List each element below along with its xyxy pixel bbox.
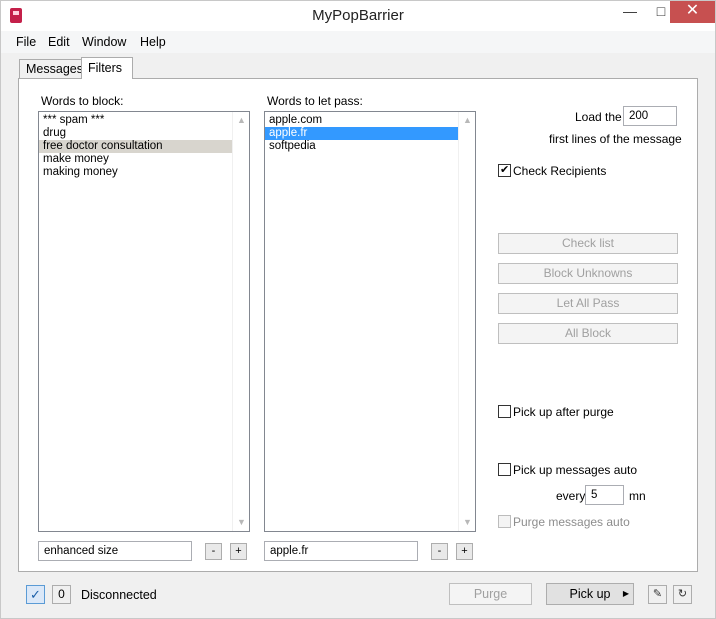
block-add-button[interactable]: + bbox=[230, 543, 247, 560]
title-bar: MyPopBarrier — □ ✕ bbox=[1, 1, 715, 31]
first-lines-label: first lines of the message bbox=[549, 132, 682, 146]
pass-word-input[interactable]: apple.fr bbox=[264, 541, 418, 561]
tab-messages[interactable]: Messages bbox=[19, 59, 83, 78]
minutes-unit-label: mn bbox=[629, 489, 646, 503]
check-recipients-checkbox[interactable] bbox=[498, 163, 511, 177]
all-block-button[interactable]: All Block bbox=[498, 323, 678, 344]
minimize-icon[interactable]: — bbox=[616, 1, 644, 23]
message-count: 0 bbox=[52, 585, 71, 604]
scroll-down-icon[interactable]: ▼ bbox=[463, 518, 472, 527]
menu-help[interactable]: Help bbox=[140, 35, 166, 49]
block-unknowns-button[interactable]: Block Unknowns bbox=[498, 263, 678, 284]
close-icon[interactable]: ✕ bbox=[670, 1, 715, 23]
let-all-pass-button[interactable]: Let All Pass bbox=[498, 293, 678, 314]
pass-list-label: Words to let pass: bbox=[267, 94, 363, 108]
menu-window[interactable]: Window bbox=[82, 35, 126, 49]
write-icon[interactable]: ✎ bbox=[648, 585, 667, 604]
check-icon[interactable]: ✓ bbox=[26, 585, 45, 604]
every-minutes-input[interactable]: 5 bbox=[585, 485, 624, 505]
connection-status: Disconnected bbox=[81, 588, 157, 602]
load-the-label: Load the bbox=[575, 110, 622, 124]
check-list-button[interactable]: Check list bbox=[498, 233, 678, 254]
pass-list[interactable]: apple.com apple.fr softpedia ▲ ▼ bbox=[264, 111, 476, 532]
pickup-button[interactable]: Pick up ▶ bbox=[546, 583, 634, 605]
block-list-label: Words to block: bbox=[41, 94, 124, 108]
tab-filters[interactable]: Filters bbox=[81, 57, 133, 79]
menu-edit[interactable]: Edit bbox=[48, 35, 70, 49]
block-word-input[interactable]: enhanced size bbox=[38, 541, 192, 561]
pass-remove-button[interactable]: - bbox=[431, 543, 448, 560]
pass-add-button[interactable]: + bbox=[456, 543, 473, 560]
pass-list-item[interactable]: apple.com bbox=[265, 114, 475, 127]
block-remove-button[interactable]: - bbox=[205, 543, 222, 560]
scroll-up-icon[interactable]: ▲ bbox=[463, 116, 472, 125]
pass-list-scrollbar[interactable]: ▲ ▼ bbox=[458, 112, 475, 531]
pickup-auto-label[interactable]: Pick up messages auto bbox=[513, 463, 637, 477]
purge-auto-label[interactable]: Purge messages auto bbox=[513, 515, 630, 529]
dropdown-caret-icon[interactable]: ▶ bbox=[623, 584, 629, 604]
block-list-item[interactable]: drug bbox=[39, 127, 249, 140]
block-list-item[interactable]: making money bbox=[39, 166, 249, 179]
block-list-item[interactable]: make money bbox=[39, 153, 249, 166]
pickup-after-purge-label[interactable]: Pick up after purge bbox=[513, 405, 614, 419]
pass-list-item[interactable]: apple.fr bbox=[265, 127, 475, 140]
check-recipients-label[interactable]: Check Recipients bbox=[513, 164, 606, 178]
pickup-auto-checkbox[interactable] bbox=[498, 463, 511, 476]
load-lines-input[interactable]: 200 bbox=[623, 106, 677, 126]
scroll-down-icon[interactable]: ▼ bbox=[237, 518, 246, 527]
purge-button[interactable]: Purge bbox=[449, 583, 532, 605]
block-list-item[interactable]: free doctor consultation bbox=[39, 140, 249, 153]
every-label: every bbox=[556, 489, 586, 503]
window-title: MyPopBarrier bbox=[312, 7, 404, 24]
block-list[interactable]: *** spam *** drug free doctor consultation… bbox=[38, 111, 250, 532]
menu-bar: File Edit Window Help bbox=[1, 31, 715, 53]
block-list-scrollbar[interactable]: ▲ ▼ bbox=[232, 112, 249, 531]
menu-file[interactable]: File bbox=[16, 35, 36, 49]
purge-auto-checkbox[interactable] bbox=[498, 515, 511, 528]
block-list-item[interactable]: *** spam *** bbox=[39, 114, 249, 127]
pass-list-item[interactable]: softpedia bbox=[265, 140, 475, 153]
pickup-button-label: Pick up bbox=[569, 587, 611, 601]
refresh-icon[interactable]: ↻ bbox=[673, 585, 692, 604]
scroll-up-icon[interactable]: ▲ bbox=[237, 116, 246, 125]
app-window: MyPopBarrier — □ ✕ File Edit Window Help… bbox=[0, 0, 716, 619]
pickup-after-purge-checkbox[interactable] bbox=[498, 405, 511, 418]
